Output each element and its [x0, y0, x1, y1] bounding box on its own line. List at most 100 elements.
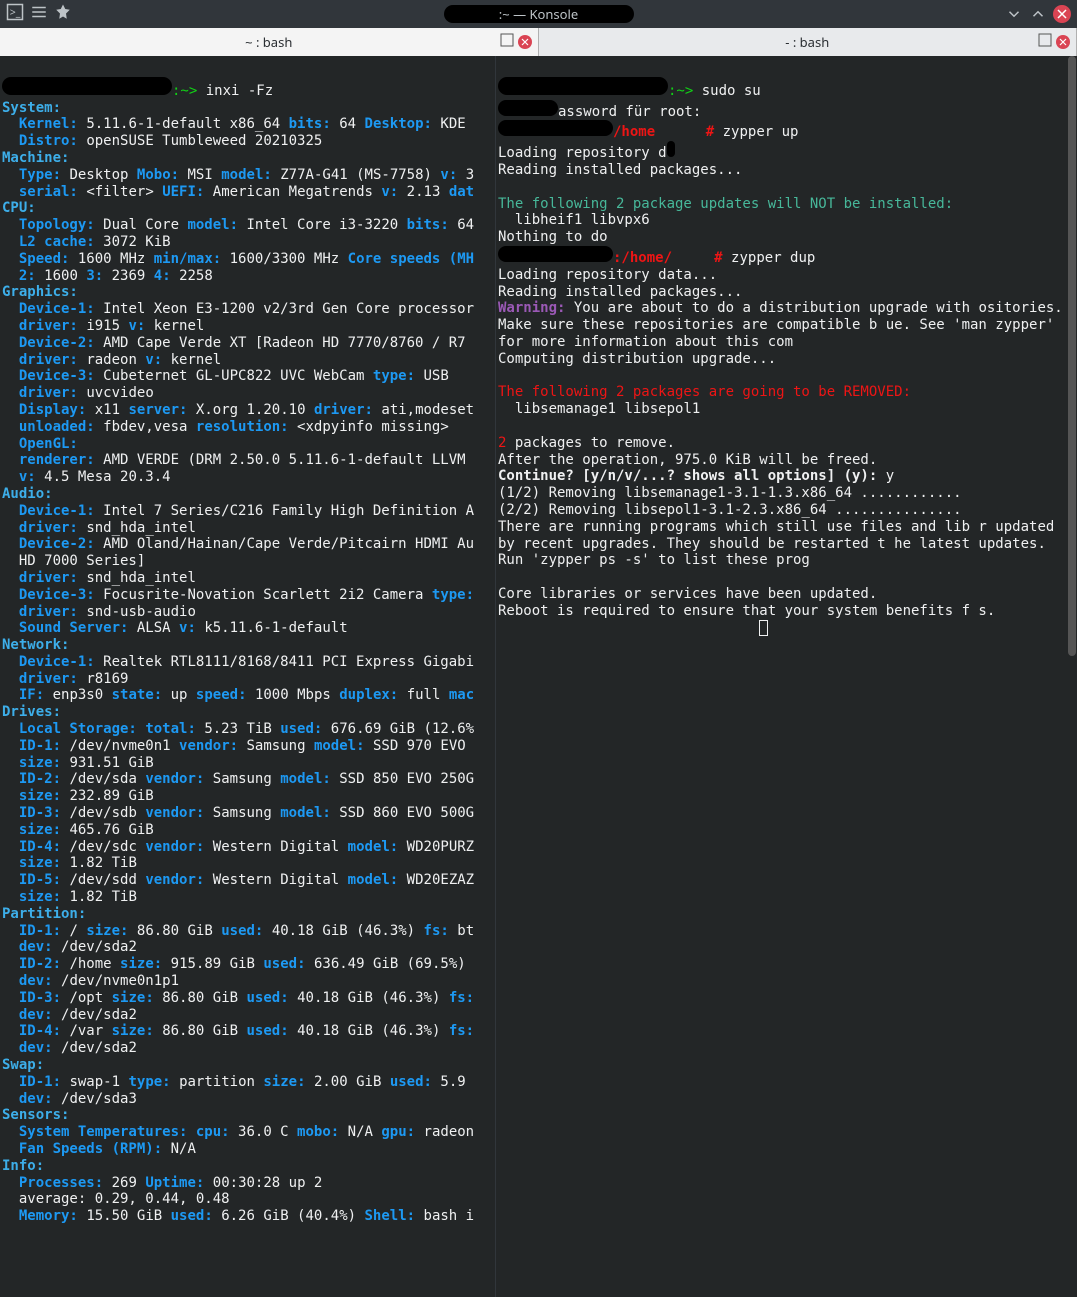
expand-icon[interactable] — [500, 33, 514, 51]
value: /dev/sdc — [69, 839, 136, 855]
value: Samsung — [213, 805, 272, 821]
command: sudo su — [702, 83, 761, 99]
terminal-pane-right[interactable]: :~> sudo su assword für root: /home # zy… — [496, 56, 1077, 1297]
terminal-cursor — [759, 620, 768, 636]
label: Device-1: — [19, 654, 95, 670]
label: model: — [314, 738, 365, 754]
label: ID-3: — [19, 990, 61, 1006]
value: AMD Oland/Hainan/Cape Verde/Pitcairn HDM… — [103, 536, 474, 552]
value: Focusrite-Novation Scarlett 2i2 Camera — [103, 587, 423, 603]
label: v: — [19, 469, 36, 485]
label: size: — [19, 889, 61, 905]
value: USB — [423, 368, 448, 384]
label: gpu: — [381, 1124, 415, 1140]
label: Fan Speeds (RPM): — [19, 1141, 162, 1157]
expand-icon[interactable] — [1038, 33, 1052, 51]
label: vendor: — [145, 872, 204, 888]
label: type: — [432, 587, 474, 603]
section-sensors: Sensors: — [2, 1107, 69, 1123]
label: resolution: — [196, 419, 289, 435]
output: Reading installed packages... — [498, 284, 742, 300]
label: ID-2: — [19, 956, 61, 972]
label: model: — [348, 839, 399, 855]
value: AMD Cape Verde XT [Radeon HD 7770/8760 /… — [103, 335, 465, 351]
value: /dev/sda2 — [61, 1040, 137, 1056]
value: swap-1 — [69, 1074, 120, 1090]
label: server: — [128, 402, 187, 418]
section-swap: Swap: — [2, 1057, 44, 1073]
label: size: — [19, 855, 61, 871]
output: Loading repository d — [498, 145, 667, 161]
tab-close-icon[interactable] — [518, 35, 532, 49]
label: model: — [221, 167, 272, 183]
value: 4.5 Mesa 20.3.4 — [44, 469, 170, 485]
value: partition — [179, 1074, 255, 1090]
label: Speed: — [19, 251, 70, 267]
value: WD20PURZ — [407, 839, 474, 855]
value: 6.26 GiB (40.4%) — [221, 1208, 356, 1224]
value: bash i — [424, 1208, 475, 1224]
value: 2369 — [112, 268, 146, 284]
value: /dev/nvme0n1p1 — [61, 973, 179, 989]
output: You are about to do a distribution upgra… — [498, 300, 1071, 350]
section-partition: Partition: — [2, 906, 86, 922]
label: driver: — [314, 402, 373, 418]
label: Distro: — [19, 133, 78, 149]
value: /dev/sdb — [69, 805, 136, 821]
label: 2: — [19, 268, 36, 284]
output: Nothing to do — [498, 229, 608, 245]
label: IF: — [19, 687, 44, 703]
label: size: — [120, 956, 162, 972]
label: L2 cache: — [19, 234, 95, 250]
value: kernel — [154, 318, 205, 334]
value: 86.80 GiB — [162, 990, 238, 1006]
label: Topology: — [19, 217, 95, 233]
value: 3 — [466, 167, 474, 183]
value: fbdev,vesa — [103, 419, 187, 435]
section-audio: Audio: — [2, 486, 53, 502]
tab-1[interactable]: ~ : bash — [0, 28, 539, 56]
value: 1.82 TiB — [69, 889, 136, 905]
command: inxi -Fz — [206, 83, 273, 99]
value: 232.89 GiB — [69, 788, 153, 804]
label: state: — [112, 687, 163, 703]
value: 1000 Mbps — [255, 687, 331, 703]
value: openSUSE Tumbleweed 20210325 — [86, 133, 322, 149]
label: 3: — [86, 268, 103, 284]
value: /dev/sda — [69, 771, 136, 787]
tab-2[interactable]: - : bash — [539, 28, 1077, 56]
label: model: — [348, 872, 399, 888]
label: 4: — [154, 268, 171, 284]
label: dev: — [19, 1091, 53, 1107]
value: 636.49 GiB (69.5%) — [314, 956, 466, 972]
output: libsemanage1 — [515, 401, 616, 417]
label: ID-1: — [19, 1074, 61, 1090]
label: ID-3: — [19, 805, 61, 821]
value: 2.00 GiB — [314, 1074, 381, 1090]
label: dev: — [19, 1040, 53, 1056]
scrollbar[interactable] — [1067, 56, 1077, 1297]
label: Local Storage: — [19, 721, 137, 737]
tab-close-icon[interactable] — [1056, 35, 1070, 49]
value: Realtek RTL8111/8168/8411 PCI Express Gi… — [103, 654, 474, 670]
value: 465.76 GiB — [69, 822, 153, 838]
label: size: — [263, 1074, 305, 1090]
value: kernel — [171, 352, 222, 368]
label: driver: — [19, 570, 78, 586]
label: Device-1: — [19, 503, 95, 519]
label: Device-1: — [19, 301, 95, 317]
scrollbar-thumb[interactable] — [1068, 56, 1076, 656]
label: driver: — [19, 318, 78, 334]
value: r8169 — [86, 671, 128, 687]
terminal-pane-left[interactable]: :~> inxi -Fz System: Kernel: 5.11.6-1-de… — [0, 56, 496, 1297]
value: / — [69, 923, 77, 939]
label: mac — [449, 687, 474, 703]
section-info: Info: — [2, 1158, 44, 1174]
value: 15.50 GiB — [86, 1208, 162, 1224]
value: WD20EZAZ — [407, 872, 474, 888]
value: full — [407, 687, 441, 703]
label: driver: — [19, 385, 78, 401]
cwd: :/home/ — [613, 250, 672, 266]
value: ALSA — [137, 620, 171, 636]
output: After the operation, 975.0 KiB will be f… — [498, 452, 877, 468]
